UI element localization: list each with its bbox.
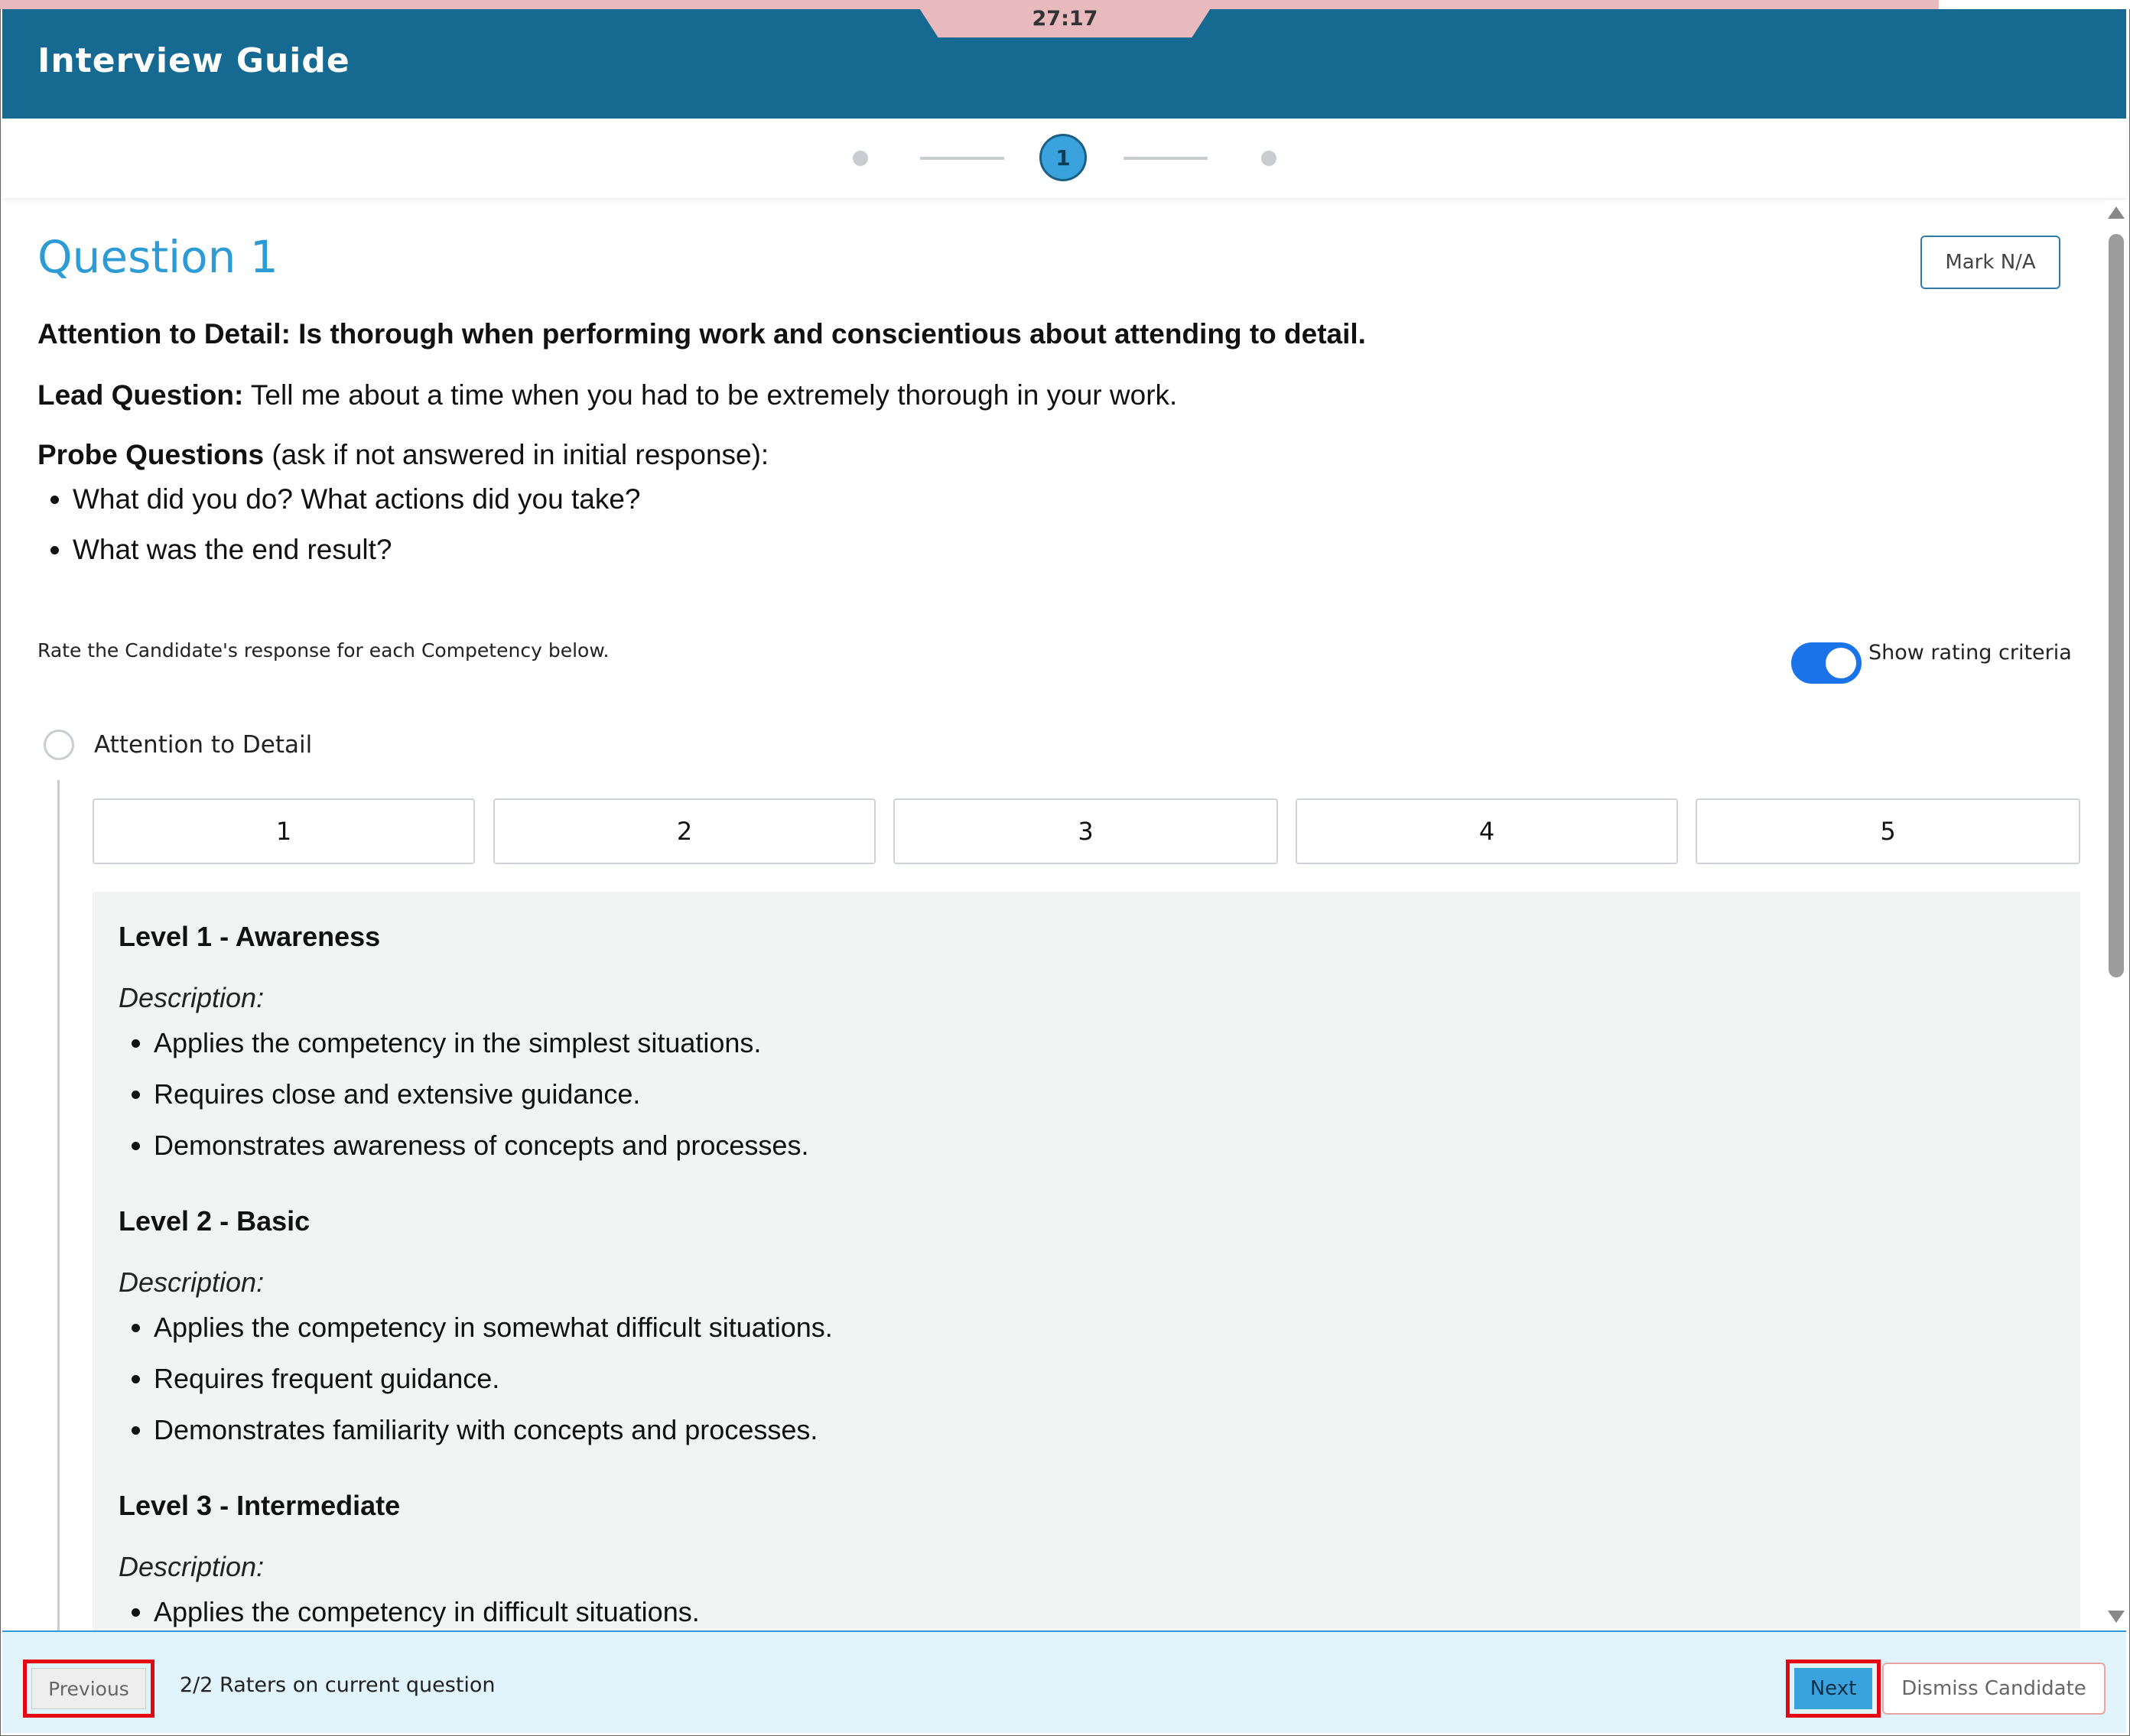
level-item: Demonstrates familiarity with concepts a… <box>154 1404 833 1455</box>
level-item: Applies the competency in the simplest s… <box>154 1017 808 1068</box>
level-item: Demonstrates awareness of concepts and p… <box>154 1120 808 1171</box>
step-dot-previous[interactable] <box>853 151 868 166</box>
mark-na-button[interactable]: Mark N/A <box>1920 236 2060 289</box>
toggle-knob <box>1826 648 1856 678</box>
previous-button[interactable]: Previous <box>31 1668 146 1709</box>
timer-strip-remaining <box>1939 0 2130 9</box>
step-connector-left <box>920 157 1004 160</box>
question-title: Question 1 <box>37 231 278 283</box>
rating-button-5[interactable]: 5 <box>1696 798 2080 864</box>
previous-highlight: Previous <box>23 1660 154 1718</box>
probe-question-item: What did you do? What actions did you ta… <box>73 474 641 525</box>
probe-question-item: What was the end result? <box>73 525 641 575</box>
probe-question-list: What did you do? What actions did you ta… <box>37 474 641 575</box>
question-content: Question 1 Mark N/A Attention to Detail:… <box>2 200 2102 1630</box>
lead-question: Lead Question: Tell me about a time when… <box>37 379 1177 411</box>
competency-label: Attention to Detail <box>94 731 313 759</box>
show-rating-criteria-toggle[interactable] <box>1791 642 1862 684</box>
competency-statement: Attention to Detail: Is thorough when pe… <box>37 318 1366 349</box>
next-button[interactable]: Next <box>1794 1668 1872 1709</box>
footer-bar: Previous 2/2 Raters on current question … <box>2 1630 2126 1733</box>
level-3-items: Applies the competency in difficult situ… <box>119 1586 700 1630</box>
competency-guide-line <box>57 780 60 1630</box>
level-3-description-label: Description: <box>119 1551 265 1582</box>
level-3-title: Level 3 - Intermediate <box>119 1490 401 1521</box>
level-item: Applies the competency in difficult situ… <box>154 1586 700 1630</box>
step-current-number: 1 <box>1055 145 1071 171</box>
step-current[interactable]: 1 <box>1039 134 1087 181</box>
timer-tab: 27:17 <box>914 0 1216 37</box>
level-item: Applies the competency in somewhat diffi… <box>154 1302 833 1353</box>
timer-text: 27:17 <box>1032 7 1098 31</box>
level-1-items: Applies the competency in the simplest s… <box>119 1017 808 1171</box>
probe-questions-label: Probe Questions <box>37 439 265 470</box>
scrollbar-thumb[interactable] <box>2109 234 2124 977</box>
show-rating-criteria-label: Show rating criteria <box>1868 641 2072 665</box>
next-highlight: Next <box>1786 1660 1881 1718</box>
rating-button-3[interactable]: 3 <box>893 798 1278 864</box>
level-2-description-label: Description: <box>119 1266 265 1298</box>
raters-status: 2/2 Raters on current question <box>180 1673 496 1697</box>
probe-questions-heading: Probe Questions (ask if not answered in … <box>37 439 769 471</box>
rating-button-2[interactable]: 2 <box>493 798 876 864</box>
level-1-description-label: Description: <box>119 982 265 1013</box>
step-dot-next[interactable] <box>1261 151 1276 166</box>
rating-button-4[interactable]: 4 <box>1296 798 1678 864</box>
probe-questions-hint: (ask if not answered in initial response… <box>264 439 769 470</box>
level-2-items: Applies the competency in somewhat diffi… <box>119 1302 833 1455</box>
step-connector-right <box>1124 157 1208 160</box>
level-1-title: Level 1 - Awareness <box>119 921 381 952</box>
rating-instruction: Rate the Candidate's response for each C… <box>37 639 610 662</box>
rating-button-1[interactable]: 1 <box>93 798 475 864</box>
level-item: Requires frequent guidance. <box>154 1353 833 1404</box>
scroll-down-arrow-icon[interactable] <box>2108 1611 2125 1623</box>
question-stepper: 1 <box>2 119 2126 198</box>
level-item: Requires close and extensive guidance. <box>154 1068 808 1120</box>
app-title: Interview Guide <box>37 41 350 80</box>
rating-criteria-panel: Level 1 - Awareness Description: Applies… <box>93 892 2080 1630</box>
dismiss-candidate-button[interactable]: Dismiss Candidate <box>1882 1663 2106 1715</box>
scroll-up-arrow-icon[interactable] <box>2108 206 2125 219</box>
lead-question-text: Tell me about a time when you had to be … <box>243 379 1178 411</box>
competency-radio[interactable] <box>44 730 74 760</box>
lead-question-label: Lead Question: <box>37 379 244 411</box>
level-2-title: Level 2 - Basic <box>119 1205 311 1237</box>
